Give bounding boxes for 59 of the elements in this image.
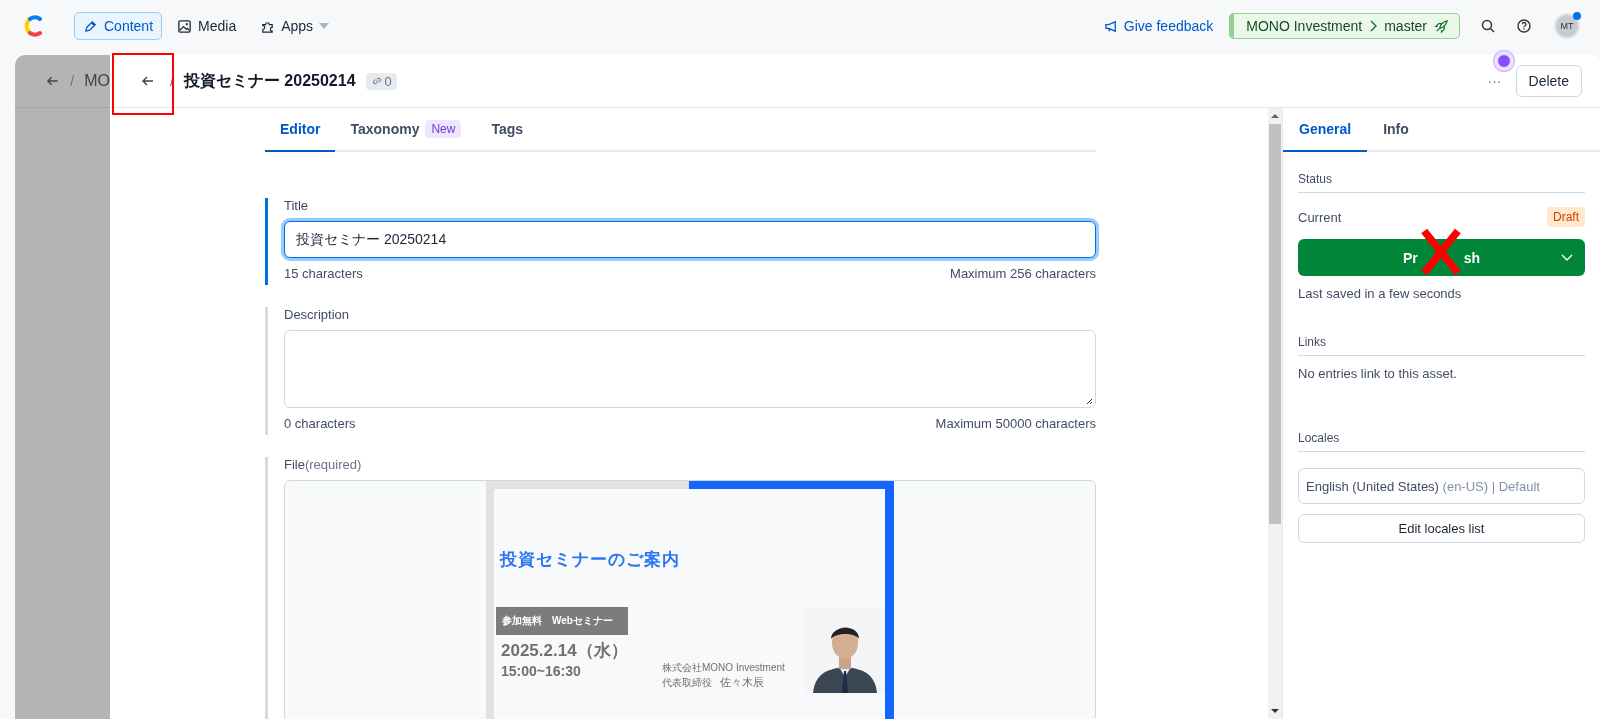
nav-link[interactable]: Content — [74, 12, 163, 40]
search-icon[interactable] — [1480, 18, 1496, 34]
character-limit: Maximum 256 characters — [950, 266, 1096, 281]
chevron-down-icon — [1561, 253, 1573, 262]
presenter-name: 佐々木辰 — [720, 676, 764, 688]
entry-title: 投資セミナー 20250214 — [183, 70, 356, 91]
nav-link[interactable]: Apps — [251, 12, 339, 40]
chevron-right-icon — [1369, 20, 1378, 32]
breadcrumb-text: MO — [84, 72, 110, 90]
locale-item: English (United States) (en-US) | Default — [1298, 468, 1585, 504]
character-count: 0 characters — [284, 416, 356, 431]
scroll-up-icon[interactable] — [1270, 112, 1280, 120]
sidebar-tab[interactable]: General — [1283, 108, 1368, 152]
image-icon — [177, 18, 193, 34]
description-field[interactable] — [284, 330, 1096, 408]
webinar-label: Webセミナー — [552, 614, 613, 628]
user-avatar[interactable]: MT — [1554, 13, 1580, 39]
resize-handle-icon[interactable] — [1085, 397, 1093, 405]
more-button[interactable]: ··· — [1483, 73, 1506, 89]
editor-tab[interactable]: Editor — [265, 108, 336, 152]
slide-heading: 投資セミナーのご案内 — [500, 549, 680, 571]
field-label: Title — [284, 198, 310, 213]
publish-button[interactable]: Pr sh — [1298, 239, 1585, 276]
link-icon — [370, 75, 383, 87]
current-label: Current — [1298, 209, 1342, 225]
section-heading: Locales — [1298, 411, 1585, 452]
company-name: 株式会社MONO Investment — [662, 661, 785, 675]
section-heading: Status — [1298, 152, 1585, 193]
slide-date: 2025.2.14（水） — [501, 640, 628, 662]
edit-locales-button[interactable]: Edit locales list — [1298, 514, 1585, 543]
section-heading: Links — [1298, 315, 1585, 356]
editor-tab[interactable]: Tags — [476, 108, 539, 152]
status-badge: Draft — [1547, 207, 1585, 227]
feedback-link[interactable]: Give feedback — [1103, 18, 1214, 34]
scroll-down-icon[interactable] — [1270, 707, 1280, 715]
pen-icon — [83, 18, 98, 34]
editor-tab[interactable]: Taxonomy New — [335, 108, 477, 152]
field-label: File(required) — [284, 457, 363, 472]
delete-button[interactable]: Delete — [1515, 65, 1582, 97]
link-count-badge[interactable]: 0 — [365, 72, 397, 90]
file-preview[interactable]: 投資セミナーのご案内 参加無料 Webセミナー 2025.2.14（水） 15:00~16:30 株式会社MONO Investment 代表取締役 佐々木辰 — [284, 480, 1096, 719]
presenter-role: 代表取締役 — [662, 677, 712, 688]
title-input[interactable]: 投資セミナー 20250214 — [284, 221, 1096, 258]
links-message: No entries link to this asset. — [1298, 366, 1458, 381]
space-switcher[interactable]: MONO Investment master — [1229, 13, 1460, 39]
save-status: Last saved in a few seconds — [1298, 286, 1463, 301]
megaphone-icon — [1103, 18, 1119, 34]
nav-link[interactable]: Media — [168, 12, 246, 40]
field-label: Description — [284, 307, 351, 322]
rocket-icon — [1434, 18, 1449, 34]
character-limit: Maximum 50000 characters — [935, 416, 1096, 431]
breadcrumb-separator: / — [70, 73, 75, 89]
free-label: 参加無料 — [502, 614, 542, 628]
help-icon[interactable] — [1516, 18, 1532, 34]
sidebar-tab[interactable]: Info — [1367, 108, 1425, 152]
new-badge: New — [425, 120, 462, 138]
character-count: 15 characters — [284, 266, 363, 281]
scrollbar[interactable] — [1268, 108, 1282, 719]
slide-time: 15:00~16:30 — [501, 663, 581, 679]
